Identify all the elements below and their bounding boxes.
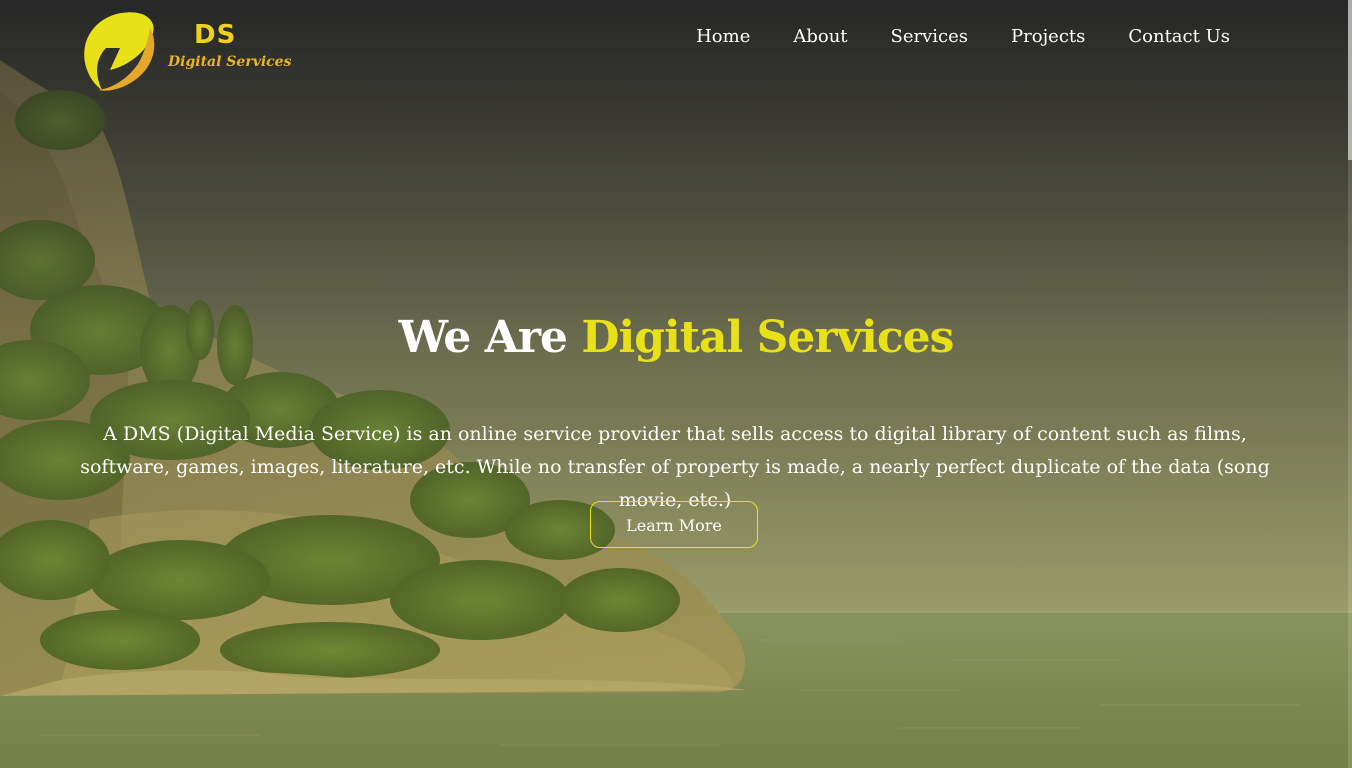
brand-logo[interactable]: DS Digital Services bbox=[80, 8, 291, 94]
hero-title-part2: Digital Services bbox=[581, 312, 954, 363]
page-scrollbar[interactable] bbox=[1348, 0, 1352, 768]
lightning-bolt-circle-icon bbox=[84, 12, 155, 91]
background-image bbox=[0, 0, 1352, 768]
scrollbar-thumb[interactable] bbox=[1348, 0, 1352, 160]
nav-item-projects[interactable]: Projects bbox=[1011, 24, 1085, 50]
main-nav: Home About Services Projects Contact Us bbox=[653, 24, 1230, 50]
nav-item-contact-us[interactable]: Contact Us bbox=[1128, 24, 1230, 50]
nav-item-home[interactable]: Home bbox=[696, 24, 750, 50]
nav-item-about[interactable]: About bbox=[793, 24, 847, 50]
hero-title-part1: We Are bbox=[398, 312, 568, 363]
logo-text: DS bbox=[194, 20, 237, 50]
logo-tagline: Digital Services bbox=[168, 54, 292, 70]
learn-more-button[interactable]: Learn More bbox=[590, 501, 758, 548]
hero-section: DS Digital Services Home About Services … bbox=[0, 0, 1352, 768]
hero-title: We Are Digital Services bbox=[0, 312, 1352, 363]
nav-item-services[interactable]: Services bbox=[891, 24, 968, 50]
